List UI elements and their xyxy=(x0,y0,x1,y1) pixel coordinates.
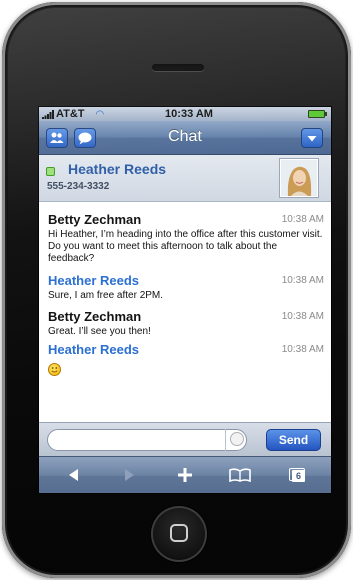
battery-icon xyxy=(308,110,327,118)
contact-header: Heather Reeds 555-234-3332 xyxy=(39,155,331,202)
forward-button[interactable] xyxy=(114,463,144,487)
send-button[interactable]: Send xyxy=(266,429,321,451)
message-text: Sure, I am free after 2PM. xyxy=(48,290,164,301)
message-time: 10:38 AM xyxy=(281,214,324,225)
chat-button[interactable] xyxy=(74,128,96,148)
message-time: 10:38 AM xyxy=(281,344,324,355)
emoji-button[interactable] xyxy=(225,429,247,451)
forward-icon xyxy=(125,469,134,481)
smiley-icon xyxy=(230,432,244,446)
pages-button[interactable]: 6 xyxy=(282,463,312,487)
status-bar: AT&T ◠ 10:33 AM xyxy=(39,107,331,121)
signal-icon xyxy=(42,110,54,119)
message: Betty Zechman 10:38 AM Great. I’ll see y… xyxy=(48,309,324,338)
message-text xyxy=(48,359,324,380)
back-button[interactable] xyxy=(59,463,89,487)
message-text: Great. I’ll see you then! xyxy=(48,326,151,337)
back-icon xyxy=(69,469,78,481)
nav-bar: Chat xyxy=(39,121,331,155)
status-time: 10:33 AM xyxy=(165,108,213,120)
home-square-icon xyxy=(170,524,188,542)
message: Betty Zechman 10:38 AM Hi Heather, I’m h… xyxy=(48,212,324,265)
screen: AT&T ◠ 10:33 AM Chat Heather Reeds 555-2… xyxy=(38,106,332,494)
page-title: Chat xyxy=(168,128,202,145)
presence-indicator xyxy=(46,167,55,176)
message: Heather Reeds 10:38 AM xyxy=(48,342,324,380)
smiley-icon xyxy=(48,363,61,376)
avatar[interactable] xyxy=(280,159,318,197)
composer-bar: Send xyxy=(39,422,331,457)
contact-phone[interactable]: 555-234-3332 xyxy=(47,181,109,192)
add-icon xyxy=(178,468,192,482)
menu-dropdown-button[interactable] xyxy=(301,128,323,148)
contacts-button[interactable] xyxy=(46,128,68,148)
contact-name[interactable]: Heather Reeds xyxy=(68,161,166,177)
message-time: 10:38 AM xyxy=(281,275,324,286)
message-time: 10:38 AM xyxy=(281,311,324,322)
earpiece-speaker xyxy=(152,64,204,71)
message-text: Hi Heather, I’m heading into the office … xyxy=(48,229,323,264)
bookmarks-icon xyxy=(229,468,251,483)
phone-frame: AT&T ◠ 10:33 AM Chat Heather Reeds 555-2… xyxy=(2,2,351,578)
carrier-label: AT&T xyxy=(56,108,85,120)
home-button[interactable] xyxy=(151,506,207,562)
pages-count: 6 xyxy=(292,470,305,482)
contact-photo xyxy=(281,160,317,196)
message: Heather Reeds 10:38 AM Sure, I am free a… xyxy=(48,273,324,302)
wifi-icon: ◠ xyxy=(96,109,104,120)
chat-bubble-icon xyxy=(78,132,92,145)
browser-toolbar: 6 xyxy=(39,456,331,493)
chevron-down-icon xyxy=(307,136,317,142)
contacts-icon xyxy=(50,132,64,143)
message-list[interactable]: Betty Zechman 10:38 AM Hi Heather, I’m h… xyxy=(39,202,331,422)
bookmarks-button[interactable] xyxy=(225,463,255,487)
message-input[interactable] xyxy=(47,429,247,451)
add-button[interactable] xyxy=(170,463,200,487)
